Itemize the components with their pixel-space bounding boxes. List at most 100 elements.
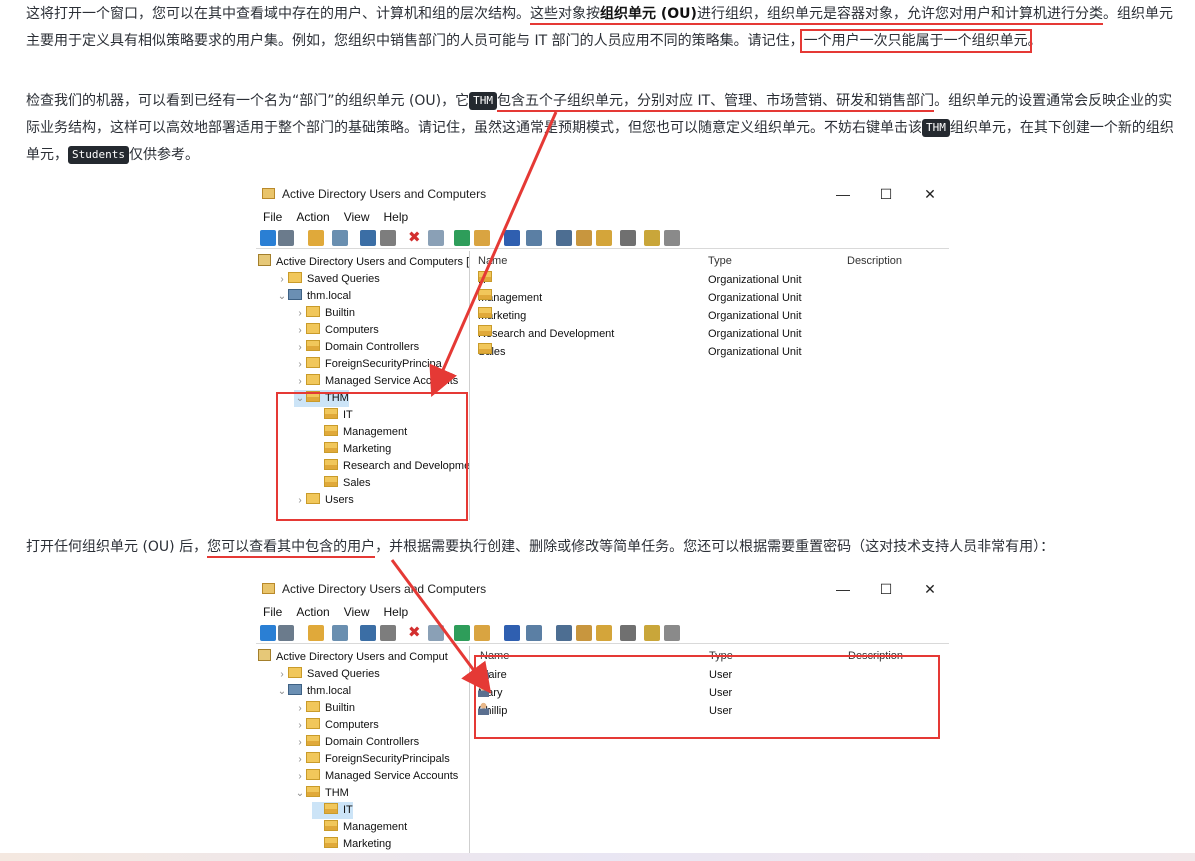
back-arrow-icon[interactable] — [260, 625, 276, 641]
chevron-right-icon[interactable]: › — [294, 717, 306, 734]
tree-item[interactable]: ⌄ thm.local — [276, 288, 351, 305]
add-to-group-icon[interactable] — [664, 230, 680, 246]
tree-item[interactable]: Active Directory Users and Comput — [258, 649, 448, 666]
new-ou-icon[interactable] — [596, 230, 612, 246]
list-item[interactable]: Marketing Organizational Unit — [471, 307, 949, 325]
title-bar[interactable]: Active Directory Users and Computers — ☐… — [256, 575, 949, 603]
filter-icon[interactable] — [620, 230, 636, 246]
tree-item[interactable]: › Computers — [294, 717, 379, 734]
column-header-type[interactable]: Type — [708, 255, 732, 267]
chevron-right-icon[interactable]: › — [294, 751, 306, 768]
menu-view[interactable]: View — [337, 603, 377, 621]
export-icon[interactable] — [474, 625, 490, 641]
tree-item[interactable]: IT — [312, 802, 353, 819]
folder-icon — [306, 374, 320, 385]
new-ou-icon[interactable] — [596, 625, 612, 641]
new-group-icon[interactable] — [576, 230, 592, 246]
folder-icon — [306, 752, 320, 763]
tree-item[interactable]: › Saved Queries — [276, 271, 380, 288]
tree-item[interactable]: › Builtin — [294, 700, 355, 717]
find-icon[interactable] — [644, 625, 660, 641]
cut-icon[interactable] — [360, 625, 376, 641]
cut-icon[interactable] — [360, 230, 376, 246]
minimize-button[interactable]: — — [823, 579, 863, 599]
new-group-icon[interactable] — [576, 625, 592, 641]
properties-icon[interactable] — [428, 230, 444, 246]
tree-item[interactable]: › ForeignSecurityPrincipals — [294, 751, 450, 768]
console-tree-icon[interactable] — [332, 625, 348, 641]
add-to-group-icon[interactable] — [664, 625, 680, 641]
copy-icon[interactable] — [380, 230, 396, 246]
help-icon[interactable] — [504, 230, 520, 246]
new-user-icon[interactable] — [556, 230, 572, 246]
tree-item[interactable]: › Managed Service Accounts — [294, 373, 458, 390]
help-icon[interactable] — [504, 625, 520, 641]
up-folder-icon[interactable] — [308, 625, 324, 641]
properties-icon[interactable] — [428, 625, 444, 641]
title-bar[interactable]: Active Directory Users and Computers — ☐… — [256, 180, 949, 208]
chevron-right-icon[interactable]: › — [276, 666, 288, 683]
chevron-right-icon[interactable]: › — [294, 339, 306, 356]
tree-item[interactable]: › Domain Controllers — [294, 339, 419, 356]
chevron-right-icon[interactable]: › — [294, 373, 306, 390]
chevron-right-icon[interactable]: › — [294, 356, 306, 373]
chevron-right-icon[interactable]: › — [294, 734, 306, 751]
maximize-button[interactable]: ☐ — [866, 184, 906, 204]
menu-file[interactable]: File — [256, 208, 289, 226]
menu-help[interactable]: Help — [377, 603, 416, 621]
menu-help[interactable]: Help — [377, 208, 416, 226]
new-user-icon[interactable] — [556, 625, 572, 641]
back-arrow-icon[interactable] — [260, 230, 276, 246]
forward-arrow-icon[interactable] — [278, 230, 294, 246]
find-icon[interactable] — [644, 230, 660, 246]
close-button[interactable]: ✕ — [910, 184, 949, 204]
tree-item[interactable]: › Saved Queries — [276, 666, 380, 683]
chevron-right-icon[interactable]: › — [294, 700, 306, 717]
chevron-down-icon[interactable]: ⌄ — [276, 683, 288, 700]
underlined-text: 您可以查看其中包含的用户 — [207, 539, 376, 558]
column-header-name[interactable]: Name — [478, 255, 507, 267]
tree-item[interactable]: › ForeignSecurityPrincipa — [294, 356, 442, 373]
delete-icon[interactable]: ✖ — [408, 625, 424, 641]
delete-icon[interactable]: ✖ — [408, 230, 424, 246]
column-header-description[interactable]: Description — [847, 255, 902, 267]
refresh-icon[interactable] — [454, 230, 470, 246]
tree-item[interactable]: Marketing — [312, 836, 391, 853]
chevron-down-icon[interactable]: ⌄ — [294, 785, 306, 802]
menu-file[interactable]: File — [256, 603, 289, 621]
tree-item[interactable]: ⌄ THM — [294, 785, 349, 802]
up-folder-icon[interactable] — [308, 230, 324, 246]
export-icon[interactable] — [474, 230, 490, 246]
tree-item[interactable]: Management — [312, 819, 407, 836]
chevron-right-icon[interactable]: › — [276, 271, 288, 288]
chevron-down-icon[interactable]: ⌄ — [276, 288, 288, 305]
minimize-button[interactable]: — — [823, 184, 863, 204]
menu-view[interactable]: View — [337, 208, 377, 226]
close-button[interactable]: ✕ — [910, 579, 949, 599]
filter-icon[interactable] — [620, 625, 636, 641]
list-item[interactable]: Management Organizational Unit — [471, 289, 949, 307]
tree-item[interactable]: Active Directory Users and Computers [ — [258, 254, 469, 271]
ou-folder-icon — [306, 735, 320, 746]
copy-icon[interactable] — [380, 625, 396, 641]
tree-item[interactable]: ⌄ thm.local — [276, 683, 351, 700]
refresh-icon[interactable] — [454, 625, 470, 641]
chevron-right-icon[interactable]: › — [294, 322, 306, 339]
list-item[interactable]: ITOrganizational Unit — [471, 271, 949, 289]
console-tree-icon[interactable] — [332, 230, 348, 246]
view-icon[interactable] — [526, 230, 542, 246]
menu-action[interactable]: Action — [289, 603, 336, 621]
tree-item[interactable]: › Domain Controllers — [294, 734, 419, 751]
tree-item[interactable]: › Builtin — [294, 305, 355, 322]
tree-item[interactable]: › Computers — [294, 322, 379, 339]
chevron-right-icon[interactable]: › — [294, 768, 306, 785]
forward-arrow-icon[interactable] — [278, 625, 294, 641]
menu-action[interactable]: Action — [289, 208, 336, 226]
tree-item[interactable]: › Managed Service Accounts — [294, 768, 458, 785]
list-item[interactable]: Research and Development Organizational U… — [471, 325, 949, 343]
view-icon[interactable] — [526, 625, 542, 641]
paragraph-thm-ou: 检查我们的机器，可以看到已经有一个名为“部门”的组织单元 (OU)，它 THM 包含… — [26, 92, 1174, 164]
maximize-button[interactable]: ☐ — [866, 579, 906, 599]
chevron-right-icon[interactable]: › — [294, 305, 306, 322]
list-item[interactable]: SalesOrganizational Unit — [471, 343, 949, 361]
